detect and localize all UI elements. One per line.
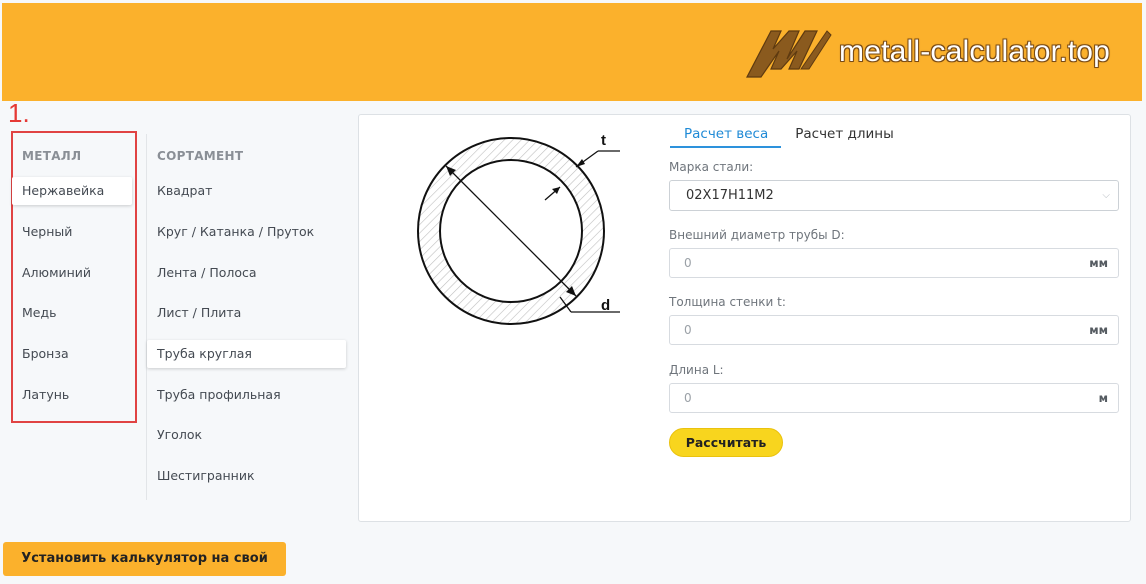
assortment-item-hexagon[interactable]: Шестигранник (147, 462, 255, 490)
metal-item-copper[interactable]: Медь (12, 299, 57, 327)
label-d: d (601, 297, 610, 314)
length-unit: м (1098, 391, 1108, 405)
metal-column-title: МЕТАЛЛ (22, 149, 82, 163)
length-input[interactable]: 0 м (669, 383, 1119, 413)
assortment-item-profile-pipe[interactable]: Труба профильная (147, 381, 281, 409)
steel-grade-select[interactable]: 02Х17Н11М2 ⌵ (669, 180, 1119, 211)
tab-length[interactable]: Расчет длины (781, 124, 907, 148)
outer-diameter-value: 0 (684, 256, 692, 270)
metal-item-black[interactable]: Черный (12, 218, 72, 246)
metal-item-brass[interactable]: Латунь (12, 381, 69, 409)
outer-diameter-unit: мм (1089, 256, 1108, 270)
logo-text: metall-calculator.top (839, 35, 1110, 68)
outer-diameter-input[interactable]: 0 мм (669, 248, 1119, 278)
metal-item-stainless[interactable]: Нержавейка (12, 177, 132, 205)
assortment-item-angle[interactable]: Уголок (147, 421, 202, 449)
steel-grade-label: Марка стали: (669, 160, 754, 174)
assortment-item-square[interactable]: Квадрат (147, 177, 212, 205)
install-calculator-button[interactable]: Установить калькулятор на свой сайт (3, 542, 286, 576)
pipe-cross-section-diagram: t d (417, 132, 620, 325)
step-number-annotation: 1. (8, 98, 30, 128)
assortment-item-sheet[interactable]: Лист / Плита (147, 299, 241, 327)
metal-item-aluminium[interactable]: Алюминий (12, 259, 91, 287)
wall-thickness-input[interactable]: 0 мм (669, 315, 1119, 345)
calculator-page: metall-calculator.top 1. МЕТАЛЛ Нержавей… (0, 0, 1146, 584)
assortment-item-strip[interactable]: Лента / Полоса (147, 259, 257, 287)
assortment-column-title: СОРТАМЕНТ (157, 149, 244, 163)
logo-mark-icon (746, 30, 832, 78)
tab-weight[interactable]: Расчет веса (670, 124, 782, 148)
outer-diameter-label: Внешний диаметр трубы D: (669, 228, 845, 242)
site-logo[interactable]: metall-calculator.top (743, 23, 1110, 81)
assortment-item-round-pipe[interactable]: Труба круглая (147, 340, 346, 368)
length-value: 0 (684, 391, 692, 405)
header-bar: metall-calculator.top (2, 3, 1142, 101)
metal-item-bronze[interactable]: Бронза (12, 340, 69, 368)
wall-thickness-unit: мм (1089, 323, 1108, 337)
chevron-down-icon: ⌵ (1102, 190, 1110, 201)
length-label: Длина L: (669, 363, 724, 377)
wall-thickness-value: 0 (684, 323, 692, 337)
calculate-button[interactable]: Рассчитать (669, 428, 783, 457)
calc-tabs: Расчет веса Расчет длины (670, 124, 907, 148)
label-t: t (601, 132, 606, 149)
wall-thickness-label: Толщина стенки t: (669, 295, 786, 309)
assortment-item-round-bar[interactable]: Круг / Катанка / Пруток (147, 218, 314, 246)
steel-grade-value: 02Х17Н11М2 (686, 188, 774, 203)
